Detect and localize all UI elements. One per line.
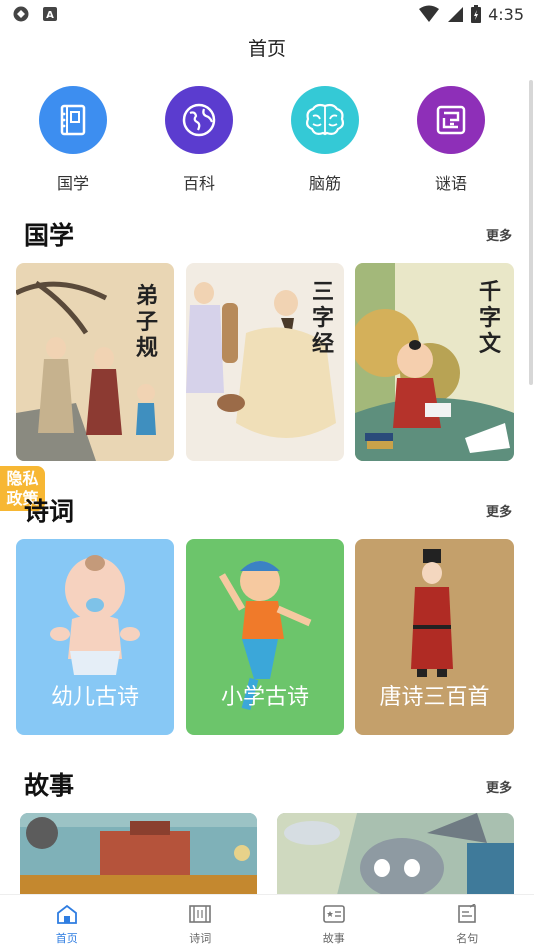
card-caption: 唐诗三百首: [379, 685, 490, 710]
clock: 4:35: [488, 4, 524, 24]
nav-label: 诗词: [189, 932, 212, 945]
sync-icon: [13, 6, 29, 22]
nav-home[interactable]: 首页: [0, 895, 134, 950]
book-icon: [39, 86, 107, 154]
svg-text:A: A: [46, 10, 54, 21]
more-link-gushi[interactable]: 更多: [486, 777, 512, 796]
page-title: 首页: [247, 38, 286, 60]
story-card-1[interactable]: [20, 813, 257, 895]
category-naojin[interactable]: 脑筋: [280, 86, 370, 194]
maze-icon: [417, 86, 485, 154]
wifi-icon: [419, 5, 440, 22]
card-sanzijing[interactable]: 三字经: [186, 263, 344, 461]
scrollbar[interactable]: [529, 80, 533, 385]
card-title: 千字文: [478, 279, 501, 357]
card-tangshi[interactable]: 唐诗三百首: [355, 539, 514, 735]
category-label: 百科: [182, 174, 215, 193]
card-dizigui[interactable]: 弟子规: [16, 263, 174, 461]
nav-quotes[interactable]: 名句: [401, 895, 534, 950]
nav-story[interactable]: 故事: [267, 895, 401, 950]
a-badge-icon: A: [43, 7, 57, 21]
more-link-shici[interactable]: 更多: [486, 501, 512, 520]
story-card-2[interactable]: [277, 813, 514, 895]
card-youer-gushi[interactable]: 幼儿古诗: [16, 539, 174, 735]
brain-icon: [291, 86, 359, 154]
nav-poetry[interactable]: 诗词: [134, 895, 268, 950]
card-qianziwen[interactable]: 千字文: [355, 263, 514, 461]
note-icon: [458, 903, 477, 923]
category-label: 国学: [56, 174, 89, 193]
card-title: 弟子规: [135, 283, 158, 361]
more-link-guoxue[interactable]: 更多: [486, 225, 512, 244]
globe-icon: [165, 86, 233, 154]
category-label: 谜语: [434, 174, 467, 193]
category-miyu[interactable]: 谜语: [406, 86, 496, 194]
nav-label: 首页: [55, 932, 78, 945]
scroll-icon: [189, 905, 212, 923]
story-2-illustration: [277, 813, 514, 895]
card-caption: 小学古诗: [220, 685, 309, 710]
bottom-navigation: 首页 诗词 故事 名句: [0, 894, 534, 950]
card-caption: 幼儿古诗: [50, 685, 139, 710]
nav-label: 故事: [322, 932, 345, 945]
battery-icon: [471, 5, 482, 23]
section-title-guoxue: 国学: [24, 221, 75, 250]
category-guoxue[interactable]: 国学: [28, 86, 118, 194]
category-label: 脑筋: [308, 174, 341, 193]
section-title-gushi: 故事: [24, 771, 75, 800]
nav-label: 名句: [456, 932, 479, 945]
section-title-shici: 诗词: [24, 497, 75, 526]
category-row: 国学 百科 脑筋 谜语: [0, 86, 534, 196]
signal-icon: [448, 7, 464, 22]
card-xiaoxue-gushi[interactable]: 小学古诗: [186, 539, 344, 735]
story-1-illustration: [20, 813, 257, 895]
story-icon: [322, 905, 345, 923]
status-bar: A 4:35: [0, 0, 534, 28]
category-baike[interactable]: 百科: [154, 86, 244, 194]
home-icon: [56, 904, 77, 924]
card-title: 三字经: [311, 279, 334, 357]
